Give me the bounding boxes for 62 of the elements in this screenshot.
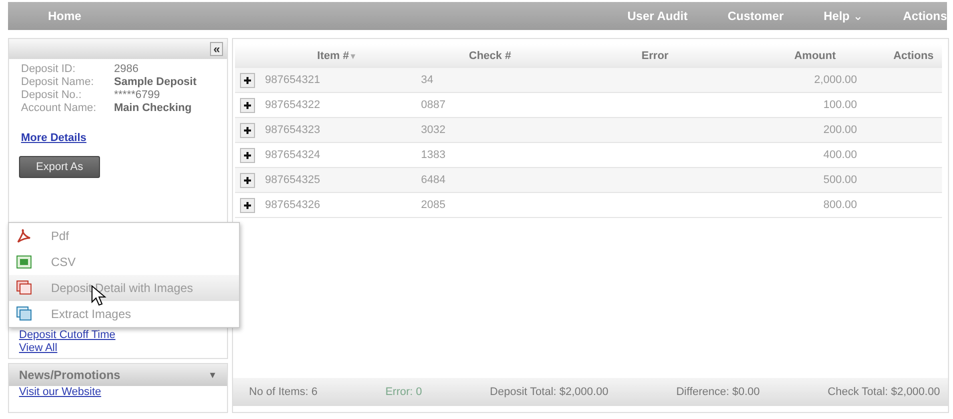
table-cell-text: 100.00 [822,99,857,111]
table-cell-text: 0887 [420,99,446,111]
field-value: Sample Deposit [114,76,198,88]
summary-text: Deposit Total: $2,000.00 [490,386,608,398]
table-cell-text: 2085 [420,199,446,211]
expand-icon[interactable] [240,198,254,212]
toggle-icon[interactable]: ▼ [208,370,217,380]
nav-link[interactable]: User Audit [627,9,688,23]
column-header[interactable]: Amount [745,50,885,62]
sidebar-link[interactable]: View All [19,342,58,354]
menu-item[interactable]: Pdf [9,223,239,249]
table-cell-text: 987654324 [264,149,322,161]
column-header[interactable]: Error [565,50,745,62]
sidebar-link[interactable]: Deposit Cutoff Time [19,329,116,341]
table-cell-text: 800.00 [822,199,857,211]
summary-text: Difference: $0.00 [676,386,760,398]
nav-link[interactable]: Actions [902,9,947,23]
nav-link[interactable]: Help ⌄ [824,9,863,23]
field-value: Main Checking [114,102,193,114]
more-details-link[interactable]: More Details [21,132,86,144]
field-label: Deposit ID: [21,63,76,75]
column-header[interactable]: Item #▼ [259,50,415,62]
table-cell-text: 200.00 [822,124,857,136]
table-cell-text: 6484 [420,174,446,186]
collapse-button[interactable]: « [210,42,223,56]
table-cell-text: 987654325 [264,174,322,186]
expand-icon[interactable] [240,148,254,162]
expand-icon[interactable] [240,98,254,112]
images-icon [15,279,33,297]
table-cell-text: 34 [420,74,434,86]
menu-item[interactable]: CSV [9,249,239,275]
summary-text: Error: 0 [385,386,422,398]
field-value: 2986 [114,63,140,75]
panel-title: News/Promotions [19,368,120,382]
table-cell-text: 400.00 [822,149,857,161]
table-cell-text: 987654326 [264,199,322,211]
summary-text: No of Items: 6 [249,386,318,398]
nav-link[interactable]: Home [48,9,82,23]
table-cell-text: 500.00 [822,174,857,186]
table-cell-text: 987654323 [264,124,322,136]
document-icon [15,227,33,245]
field-value: *****6799 [114,89,161,101]
news-link[interactable]: Visit our Website [19,386,102,398]
field-label: Deposit Name: [21,76,95,88]
table-cell-text: 2,000.00 [813,74,857,86]
table-cell-text: 1383 [420,149,446,161]
column-header[interactable]: Check # [415,50,565,62]
table-cell-text: 3032 [420,124,446,136]
nav-link[interactable]: Customer [728,9,784,23]
table-cell-text: 987654322 [264,99,322,111]
spreadsheet-icon [15,253,33,271]
expand-icon[interactable] [240,172,254,188]
images-icon [15,305,33,323]
field-label: Account Name: [21,102,98,114]
expand-icon[interactable] [240,122,254,138]
summary-text: Check Total: $2,000.00 [828,386,940,398]
menu-item[interactable]: Extract Images [9,301,239,327]
column-header[interactable]: Actions [885,50,942,62]
field-label: Deposit No.: [21,89,83,101]
table-cell-text: 987654321 [264,74,322,86]
expand-icon[interactable] [240,72,254,88]
export-button[interactable]: Export As [19,156,100,178]
